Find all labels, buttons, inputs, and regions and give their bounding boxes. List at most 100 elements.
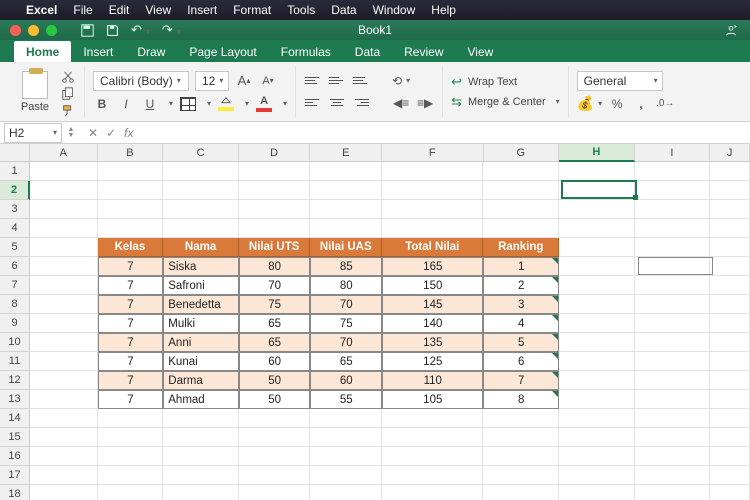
cell-G16[interactable]: [483, 447, 559, 466]
cell-H17[interactable]: [559, 466, 635, 485]
cell-I12[interactable]: [635, 371, 711, 390]
cell-A3[interactable]: [30, 200, 98, 219]
mac-menu-help[interactable]: Help: [431, 3, 456, 17]
col-header-F[interactable]: F: [382, 144, 483, 162]
row-header-15[interactable]: 15: [0, 428, 30, 447]
cell-J1[interactable]: [710, 162, 750, 181]
cell-B12[interactable]: 7: [98, 371, 164, 390]
cell-E14[interactable]: [310, 409, 382, 428]
cell-C7[interactable]: Safroni: [163, 276, 239, 295]
font-size-select[interactable]: 12▾: [195, 71, 229, 91]
cell-I7[interactable]: [635, 276, 711, 295]
cells-area[interactable]: KelasNamaNilai UTSNilai UASTotal NilaiRa…: [30, 162, 750, 500]
cell-J4[interactable]: [710, 219, 750, 238]
row-header-3[interactable]: 3: [0, 200, 30, 219]
cell-C11[interactable]: Kunai: [163, 352, 239, 371]
cell-J6[interactable]: [710, 257, 750, 276]
tab-formulas[interactable]: Formulas: [269, 41, 343, 62]
cell-D17[interactable]: [239, 466, 311, 485]
cell-G3[interactable]: [483, 200, 559, 219]
cell-A2[interactable]: [30, 181, 98, 200]
cancel-formula-icon[interactable]: ✕: [88, 126, 98, 140]
align-middle-icon[interactable]: [328, 72, 346, 90]
cell-A15[interactable]: [30, 428, 98, 447]
cell-E17[interactable]: [310, 466, 382, 485]
cell-I10[interactable]: [635, 333, 711, 352]
col-header-D[interactable]: D: [239, 144, 311, 162]
cell-B14[interactable]: [98, 409, 164, 428]
fx-icon[interactable]: fx: [124, 126, 133, 140]
undo-icon[interactable]: ↶▾: [131, 22, 150, 38]
cell-H16[interactable]: [559, 447, 635, 466]
increase-font-icon[interactable]: A▴: [235, 72, 253, 90]
cell-D18[interactable]: [239, 485, 311, 500]
cell-D8[interactable]: 75: [239, 295, 311, 314]
row-header-9[interactable]: 9: [0, 314, 30, 333]
zoom-window-button[interactable]: [46, 25, 57, 36]
cell-A7[interactable]: [30, 276, 98, 295]
align-left-icon[interactable]: [304, 94, 322, 112]
cell-G2[interactable]: [483, 181, 559, 200]
cell-C14[interactable]: [163, 409, 239, 428]
row-header-12[interactable]: 12: [0, 371, 30, 390]
cell-E4[interactable]: [310, 219, 382, 238]
merge-center-button[interactable]: ⇆ Merge & Center ▾: [451, 94, 560, 110]
cell-F12[interactable]: 110: [382, 371, 483, 390]
cell-B17[interactable]: [98, 466, 164, 485]
cell-E8[interactable]: 70: [310, 295, 382, 314]
cell-F10[interactable]: 135: [382, 333, 483, 352]
cell-H7[interactable]: [559, 276, 635, 295]
cell-F14[interactable]: [382, 409, 483, 428]
cell-I5[interactable]: [635, 238, 711, 257]
cell-G8[interactable]: 3: [483, 295, 559, 314]
tab-data[interactable]: Data: [343, 41, 392, 62]
row-header-14[interactable]: 14: [0, 409, 30, 428]
mac-menu-insert[interactable]: Insert: [187, 3, 217, 17]
cell-A18[interactable]: [30, 485, 98, 500]
cell-C12[interactable]: Darma: [163, 371, 239, 390]
mac-menu-tools[interactable]: Tools: [287, 3, 315, 17]
cell-D9[interactable]: 65: [239, 314, 311, 333]
close-window-button[interactable]: [10, 25, 21, 36]
cell-J17[interactable]: [710, 466, 750, 485]
cell-H3[interactable]: [559, 200, 635, 219]
cell-C8[interactable]: Benedetta: [163, 295, 239, 314]
cell-D3[interactable]: [239, 200, 311, 219]
row-header-6[interactable]: 6: [0, 257, 30, 276]
cell-G15[interactable]: [483, 428, 559, 447]
cell-A16[interactable]: [30, 447, 98, 466]
cell-I1[interactable]: [635, 162, 711, 181]
formula-input[interactable]: [143, 123, 750, 143]
cell-J15[interactable]: [710, 428, 750, 447]
cell-F16[interactable]: [382, 447, 483, 466]
cell-C17[interactable]: [163, 466, 239, 485]
cell-H2[interactable]: [559, 181, 635, 200]
cell-A13[interactable]: [30, 390, 98, 409]
cell-G9[interactable]: 4: [483, 314, 559, 333]
cell-C16[interactable]: [163, 447, 239, 466]
format-painter-icon[interactable]: [60, 104, 76, 118]
align-top-icon[interactable]: [304, 72, 322, 90]
mac-menu-data[interactable]: Data: [331, 3, 356, 17]
cell-H15[interactable]: [559, 428, 635, 447]
cell-J5[interactable]: [710, 238, 750, 257]
percent-format-icon[interactable]: %: [608, 95, 626, 113]
cell-B7[interactable]: 7: [98, 276, 164, 295]
cell-I15[interactable]: [635, 428, 711, 447]
cell-B11[interactable]: 7: [98, 352, 164, 371]
cell-C15[interactable]: [163, 428, 239, 447]
cell-H8[interactable]: [559, 295, 635, 314]
cell-F18[interactable]: [382, 485, 483, 500]
fill-color-button[interactable]: [217, 95, 235, 113]
tab-page-layout[interactable]: Page Layout: [177, 41, 268, 62]
row-header-18[interactable]: 18: [0, 485, 30, 500]
cell-F3[interactable]: [382, 200, 483, 219]
cell-C10[interactable]: Anni: [163, 333, 239, 352]
cell-F2[interactable]: [382, 181, 483, 200]
tab-insert[interactable]: Insert: [71, 41, 125, 62]
copy-icon[interactable]: [60, 87, 76, 101]
cell-E10[interactable]: 70: [310, 333, 382, 352]
cell-D6[interactable]: 80: [239, 257, 311, 276]
col-header-C[interactable]: C: [163, 144, 239, 162]
col-header-J[interactable]: J: [710, 144, 750, 162]
